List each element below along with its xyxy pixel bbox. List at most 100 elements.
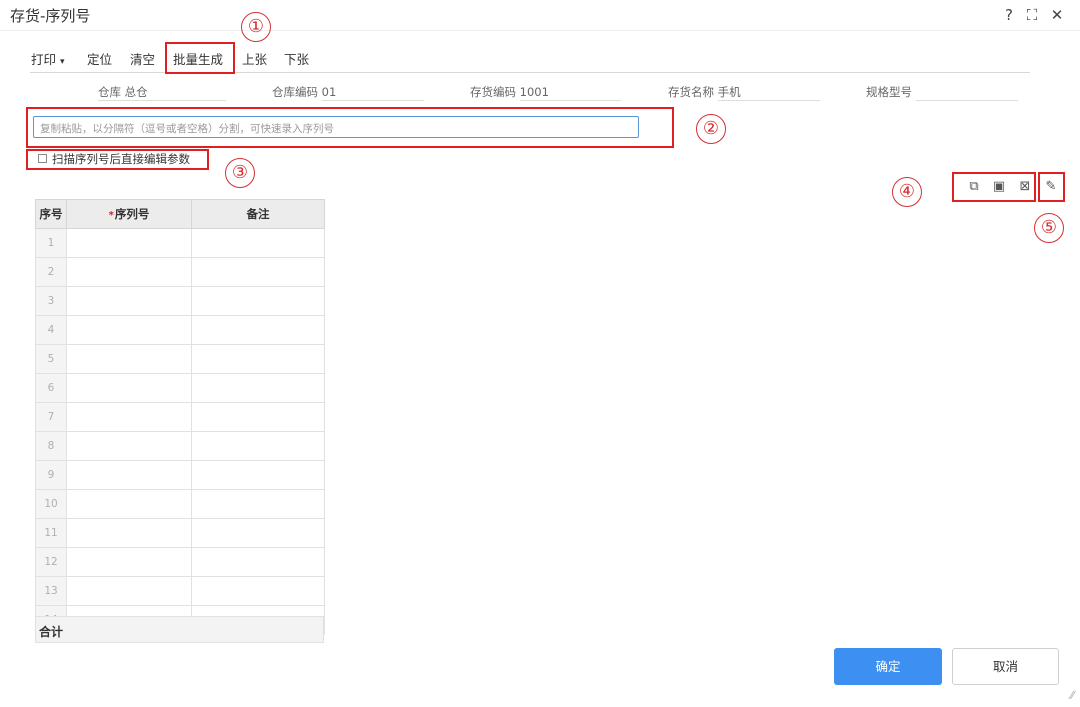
clear-button[interactable]: 清空 bbox=[130, 49, 155, 68]
callout-4: ④ bbox=[892, 177, 922, 207]
row-index: 10 bbox=[35, 489, 67, 519]
required-mark: * bbox=[108, 210, 114, 221]
serial-cell[interactable] bbox=[66, 518, 192, 548]
field-warehouse: 仓库 总仓 bbox=[98, 84, 148, 100]
remark-cell[interactable] bbox=[191, 518, 325, 548]
remark-cell[interactable] bbox=[191, 402, 325, 432]
field-label: 存货名称 bbox=[668, 85, 714, 99]
serial-cell[interactable] bbox=[66, 286, 192, 316]
field-warehouse-code: 仓库编码 01 bbox=[272, 84, 336, 100]
field-value: 手机 bbox=[717, 85, 741, 99]
field-label: 仓库 bbox=[98, 85, 121, 99]
row-index: 13 bbox=[35, 576, 67, 606]
field-label: 仓库编码 bbox=[272, 85, 318, 99]
serial-cell[interactable] bbox=[66, 460, 192, 490]
scan-edit-checkbox-label[interactable]: 扫描序列号后直接编辑参数 bbox=[52, 151, 190, 167]
remark-cell[interactable] bbox=[191, 315, 325, 345]
row-index: 2 bbox=[35, 257, 67, 287]
serial-number-input[interactable]: 复制粘贴，以分隔符（逗号或者空格）分割，可快速录入序列号 bbox=[33, 116, 639, 138]
row-index: 3 bbox=[35, 286, 67, 316]
row-index: 4 bbox=[35, 315, 67, 345]
close-icon[interactable]: ✕ bbox=[1048, 6, 1066, 24]
chevron-down-icon: ▾ bbox=[60, 57, 65, 67]
remark-cell[interactable] bbox=[191, 460, 325, 490]
row-index: 6 bbox=[35, 373, 67, 403]
locate-button[interactable]: 定位 bbox=[87, 49, 112, 68]
table-row: 5 bbox=[35, 344, 325, 374]
table-row: 11 bbox=[35, 518, 325, 548]
callout-1: ① bbox=[241, 12, 271, 42]
remark-cell[interactable] bbox=[191, 547, 325, 577]
column-header-index: 序号 bbox=[35, 199, 67, 229]
cancel-button[interactable]: 取消 bbox=[952, 648, 1059, 685]
table-row: 9 bbox=[35, 460, 325, 490]
field-value: 1001 bbox=[519, 85, 549, 99]
field-underline bbox=[718, 100, 820, 101]
serial-number-table: 序号 *序列号 备注 1 2 3 4 5 6 7 8 9 10 11 12 13… bbox=[35, 199, 325, 635]
field-inventory-code: 存货编码 1001 bbox=[470, 84, 549, 100]
table-row: 8 bbox=[35, 431, 325, 461]
print-menu[interactable]: 打印 ▾ bbox=[31, 49, 65, 68]
next-record-button[interactable]: 下张 bbox=[284, 49, 309, 68]
row-index: 5 bbox=[35, 344, 67, 374]
row-index: 1 bbox=[35, 228, 67, 258]
column-header-remark: 备注 bbox=[191, 199, 325, 229]
copy-icon[interactable]: ⧉ bbox=[966, 179, 982, 195]
remark-cell[interactable] bbox=[191, 257, 325, 287]
table-header-row: 序号 *序列号 备注 bbox=[35, 199, 325, 229]
row-index: 8 bbox=[35, 431, 67, 461]
title-divider bbox=[0, 30, 1080, 31]
callout-3: ③ bbox=[225, 158, 255, 188]
table-row: 1 bbox=[35, 228, 325, 258]
remark-cell[interactable] bbox=[191, 228, 325, 258]
column-header-serial-label: 序列号 bbox=[114, 207, 150, 221]
edit-icon[interactable]: ✎ bbox=[1043, 179, 1059, 195]
maximize-icon[interactable]: ⛶ bbox=[1023, 6, 1041, 24]
remark-cell[interactable] bbox=[191, 373, 325, 403]
remark-cell[interactable] bbox=[191, 286, 325, 316]
field-spec-model: 规格型号 bbox=[866, 84, 912, 100]
table-row: 7 bbox=[35, 402, 325, 432]
table-row: 13 bbox=[35, 576, 325, 606]
serial-cell[interactable] bbox=[66, 547, 192, 577]
table-row: 6 bbox=[35, 373, 325, 403]
table-row: 12 bbox=[35, 547, 325, 577]
resize-grip-icon[interactable]: ⁄⁄ bbox=[1070, 689, 1074, 702]
prev-record-button[interactable]: 上张 bbox=[242, 49, 267, 68]
paste-icon[interactable]: ▣ bbox=[991, 179, 1007, 195]
window-title: 存货-序列号 bbox=[10, 7, 91, 25]
field-underline bbox=[322, 100, 424, 101]
field-value: 总仓 bbox=[124, 85, 148, 99]
field-underline bbox=[98, 100, 226, 101]
row-index: 9 bbox=[35, 460, 67, 490]
delete-icon[interactable]: ⊠ bbox=[1017, 179, 1033, 195]
table-row: 4 bbox=[35, 315, 325, 345]
remark-cell[interactable] bbox=[191, 431, 325, 461]
help-icon[interactable]: ? bbox=[1000, 6, 1018, 24]
remark-cell[interactable] bbox=[191, 576, 325, 606]
remark-cell[interactable] bbox=[191, 489, 325, 519]
confirm-button[interactable]: 确定 bbox=[834, 648, 942, 685]
field-underline bbox=[916, 100, 1018, 101]
remark-cell[interactable] bbox=[191, 344, 325, 374]
row-index: 12 bbox=[35, 547, 67, 577]
scan-edit-checkbox[interactable] bbox=[38, 154, 47, 163]
highlight-box-1 bbox=[165, 42, 235, 74]
serial-cell[interactable] bbox=[66, 489, 192, 519]
field-label: 规格型号 bbox=[866, 85, 912, 99]
serial-cell[interactable] bbox=[66, 576, 192, 606]
table-row: 2 bbox=[35, 257, 325, 287]
field-label: 存货编码 bbox=[470, 85, 516, 99]
callout-5: ⑤ bbox=[1034, 213, 1064, 243]
callout-2: ② bbox=[696, 114, 726, 144]
serial-cell[interactable] bbox=[66, 402, 192, 432]
serial-cell[interactable] bbox=[66, 344, 192, 374]
serial-cell[interactable] bbox=[66, 228, 192, 258]
serial-cell[interactable] bbox=[66, 373, 192, 403]
serial-cell[interactable] bbox=[66, 431, 192, 461]
field-value: 01 bbox=[321, 85, 337, 99]
field-inventory-name: 存货名称 手机 bbox=[668, 84, 741, 100]
serial-cell[interactable] bbox=[66, 257, 192, 287]
row-index: 7 bbox=[35, 402, 67, 432]
serial-cell[interactable] bbox=[66, 315, 192, 345]
